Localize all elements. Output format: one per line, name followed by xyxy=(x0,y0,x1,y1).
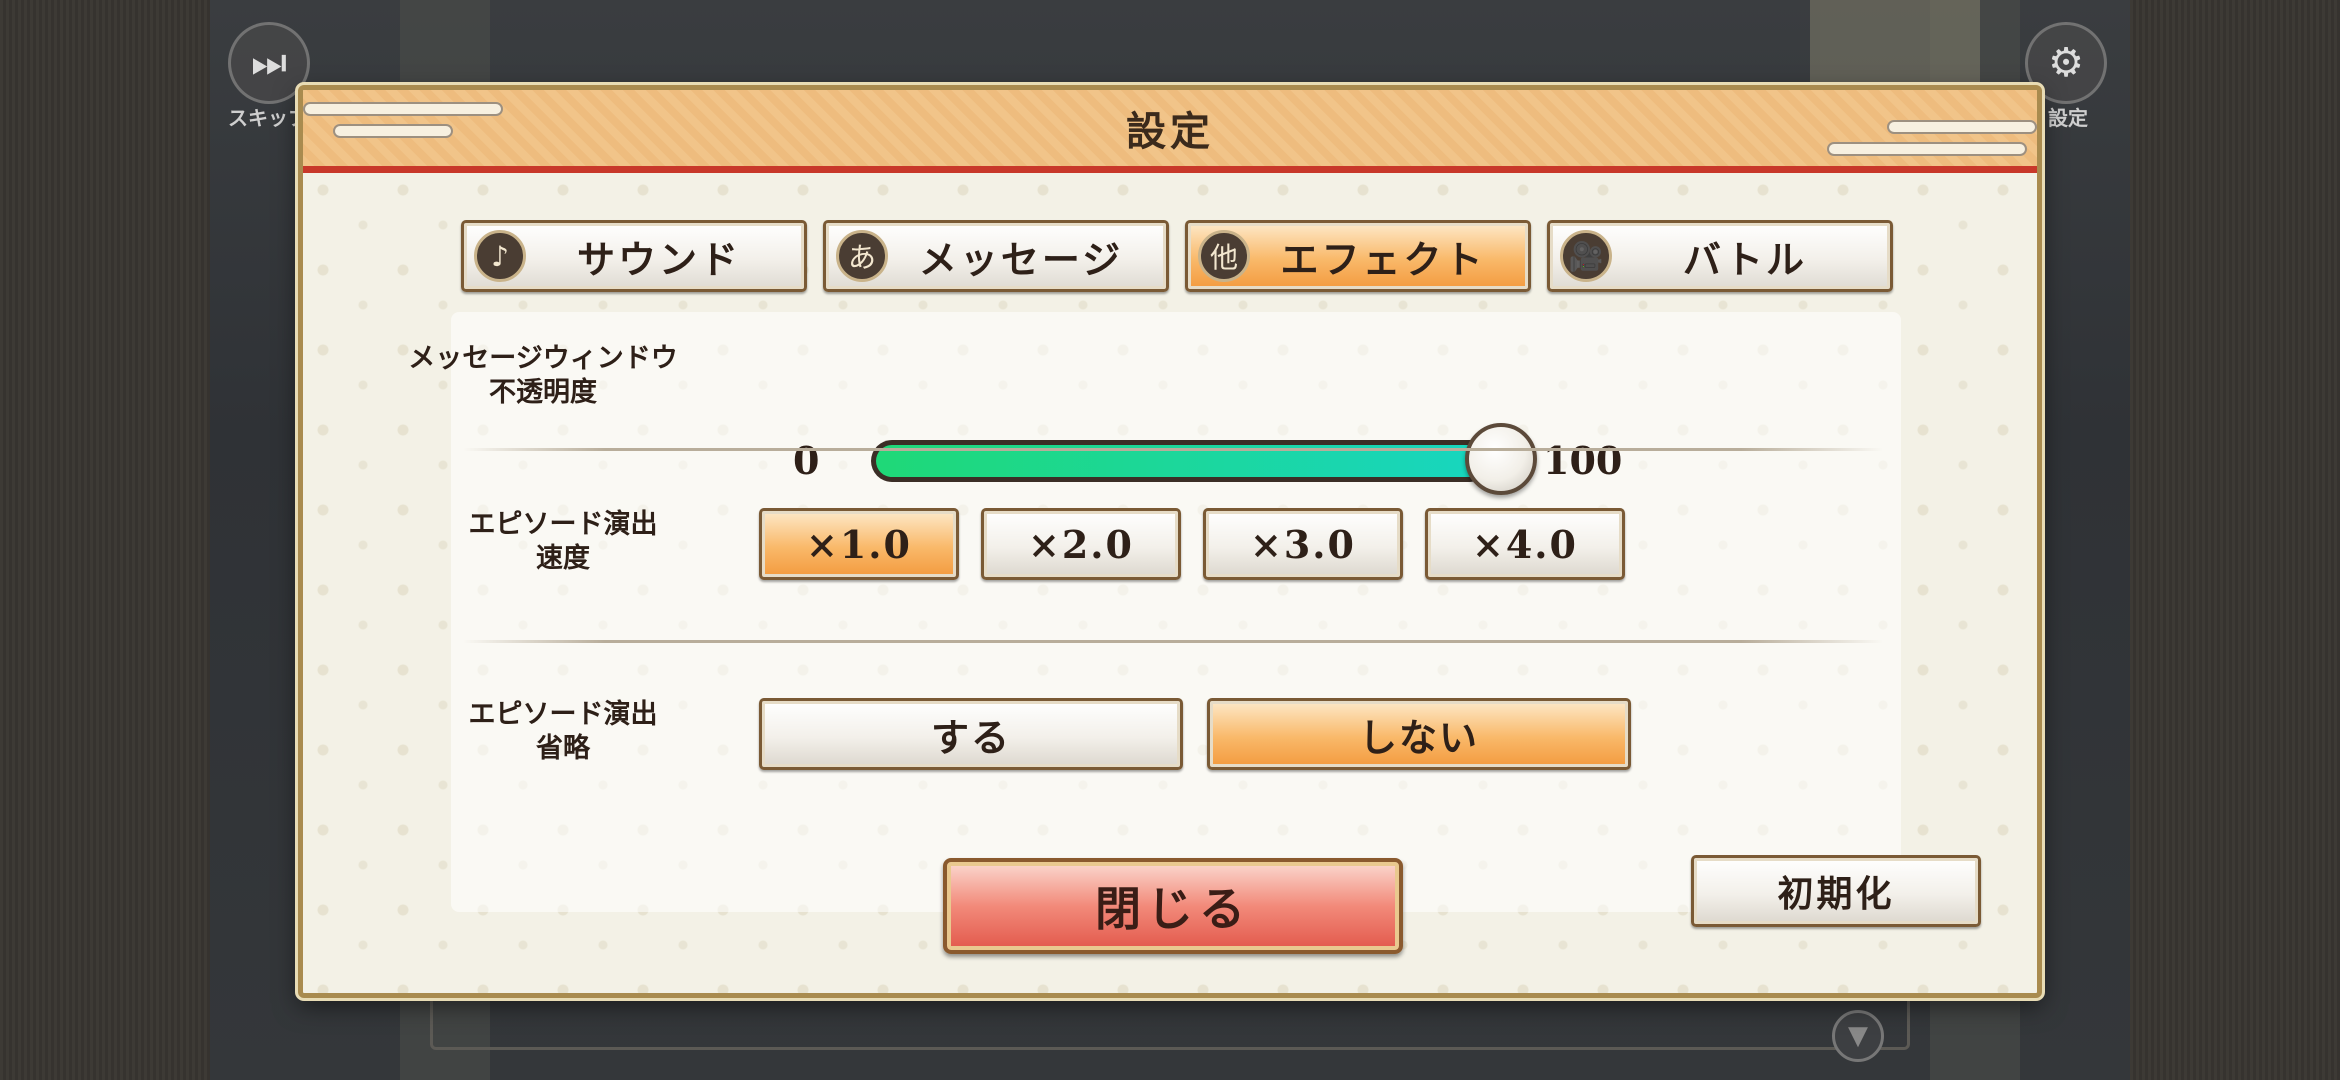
background-left-edge xyxy=(0,0,210,1080)
background-right-edge xyxy=(2130,0,2340,1080)
settings-label: 設定 xyxy=(2048,106,2088,130)
tab-message[interactable]: あ メッセージ xyxy=(823,220,1169,292)
row-divider xyxy=(463,640,1883,643)
tab-effect[interactable]: 他 エフェクト xyxy=(1185,220,1531,292)
episode-skip-label: エピソード演出 省略 xyxy=(443,698,683,766)
skip-option-yes[interactable]: する xyxy=(759,698,1183,770)
tab-battle[interactable]: 🎥 バトル xyxy=(1547,220,1893,292)
speed-option-2x[interactable]: ×2.0 xyxy=(981,508,1181,580)
chevron-down-icon[interactable]: ▼ xyxy=(1832,1010,1884,1062)
dialog-header: 設定 xyxy=(303,90,2037,173)
music-note-icon: ♪ xyxy=(474,230,526,282)
episode-speed-label-line1: エピソード演出 xyxy=(468,509,658,540)
row-divider xyxy=(463,448,1883,451)
skip-option-no[interactable]: しない xyxy=(1207,698,1631,770)
episode-speed-label: エピソード演出 速度 xyxy=(443,508,683,576)
message-opacity-label: メッセージウィンドウ 不透明度 xyxy=(393,342,693,410)
tab-sound[interactable]: ♪ サウンド xyxy=(461,220,807,292)
cloud-ornament xyxy=(303,102,503,116)
opacity-slider-track[interactable] xyxy=(871,440,1491,482)
camera-icon: 🎥 xyxy=(1560,230,1612,282)
cloud-ornament xyxy=(333,124,453,138)
skip-icon: ⏭ xyxy=(251,40,287,86)
episode-speed-label-line2: 速度 xyxy=(536,543,590,574)
opacity-slider-handle[interactable] xyxy=(1465,423,1537,495)
settings-dialog: 設定 ♪ サウンド あ メッセージ 他 エフェクト 🎥 バトル メッセージウィン… xyxy=(298,85,2042,998)
speed-option-3x[interactable]: ×3.0 xyxy=(1203,508,1403,580)
dialog-title: 設定 xyxy=(1126,108,1214,155)
speed-option-1x[interactable]: ×1.0 xyxy=(759,508,959,580)
skip-label: スキップ xyxy=(228,106,308,130)
episode-skip-label-line1: エピソード演出 xyxy=(468,699,658,730)
slider-min-value: 0 xyxy=(793,438,820,483)
other-kanji-icon: 他 xyxy=(1198,230,1250,282)
message-opacity-label-line1: メッセージウィンドウ xyxy=(408,343,678,374)
reset-button[interactable]: 初期化 xyxy=(1691,855,1981,927)
gear-icon: ⚙ xyxy=(2048,40,2084,86)
episode-skip-label-line2: 省略 xyxy=(536,733,590,764)
speed-option-4x[interactable]: ×4.0 xyxy=(1425,508,1625,580)
message-window-frame xyxy=(430,990,1910,1050)
cloud-ornament xyxy=(1827,142,2027,156)
slider-max-value: 100 xyxy=(1543,438,1623,483)
hiragana-a-icon: あ xyxy=(836,230,888,282)
message-opacity-label-line2: 不透明度 xyxy=(489,377,597,408)
close-button[interactable]: 閉じる xyxy=(943,858,1403,954)
cloud-ornament xyxy=(1887,120,2037,134)
